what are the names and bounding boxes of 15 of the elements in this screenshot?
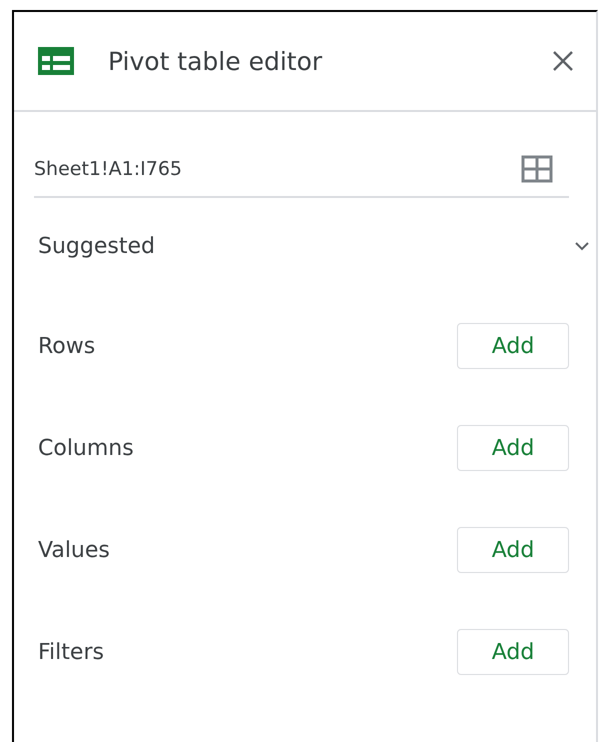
panel-title: Pivot table editor [108, 46, 324, 76]
section-label: Rows [38, 334, 96, 358]
add-button[interactable]: Add [457, 425, 569, 471]
add-button[interactable]: Add [457, 527, 569, 573]
suggested-label: Suggested [38, 234, 155, 258]
range-field[interactable]: Sheet1!A1:I765 [34, 142, 569, 198]
add-button[interactable]: Add [457, 629, 569, 675]
section-label: Filters [38, 640, 104, 664]
section-label: Columns [38, 436, 134, 460]
close-icon[interactable] [552, 50, 574, 72]
grid-icon[interactable] [521, 155, 553, 183]
section-label: Values [38, 538, 110, 562]
add-button[interactable]: Add [457, 323, 569, 369]
chevron-icon[interactable] [574, 241, 590, 251]
spreadsheet-icon [38, 47, 74, 75]
